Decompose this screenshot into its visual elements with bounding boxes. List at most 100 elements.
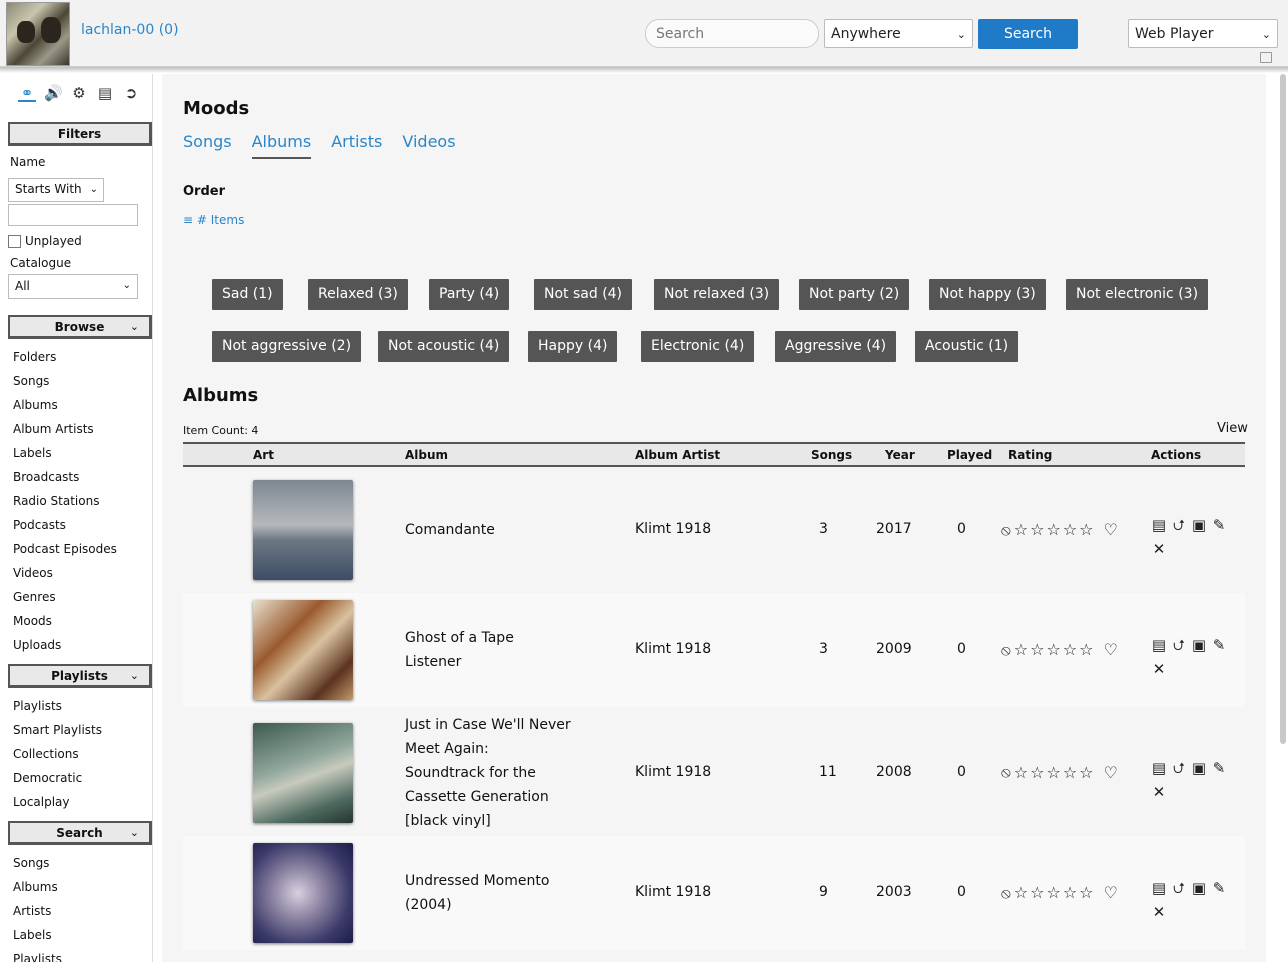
browse-item[interactable]: Songs bbox=[7, 369, 152, 393]
add-to-playlist-icon[interactable]: ▣ bbox=[1189, 876, 1209, 900]
star-icon[interactable]: ☆ bbox=[1079, 763, 1093, 782]
star-icon[interactable]: ☆ bbox=[1046, 640, 1060, 659]
share-icon[interactable]: ⮍ bbox=[1169, 633, 1189, 657]
playlists-header[interactable]: Playlists ⌄ bbox=[8, 664, 152, 688]
album-artist[interactable]: Klimt 1918 bbox=[635, 641, 711, 657]
name-filter-input[interactable] bbox=[8, 204, 138, 226]
mood-tag[interactable]: Not party (2) bbox=[799, 279, 910, 310]
star-icon[interactable]: ☆ bbox=[1030, 640, 1044, 659]
delete-icon[interactable]: ✕ bbox=[1149, 537, 1169, 561]
album-artist[interactable]: Klimt 1918 bbox=[635, 884, 711, 900]
search-scope-select[interactable]: Anywhere ⌄ bbox=[824, 19, 973, 48]
edit-icon[interactable]: ✎ bbox=[1209, 633, 1229, 657]
remove-rating-icon[interactable]: ⦸ bbox=[1001, 763, 1011, 781]
order-items-link[interactable]: ≡ # Items bbox=[183, 213, 244, 227]
search-button[interactable]: Search bbox=[978, 19, 1078, 49]
remove-rating-icon[interactable]: ⦸ bbox=[1001, 521, 1011, 539]
star-icon[interactable]: ☆ bbox=[1014, 883, 1028, 902]
album-title[interactable]: Just in Case We'll Never Meet Again: Sound… bbox=[405, 713, 585, 833]
search-header[interactable]: Search ⌄ bbox=[8, 821, 152, 845]
mood-tag[interactable]: Electronic (4) bbox=[641, 331, 755, 362]
star-icon[interactable]: ☆ bbox=[1030, 883, 1044, 902]
album-artist[interactable]: Klimt 1918 bbox=[635, 521, 711, 537]
album-artist[interactable]: Klimt 1918 bbox=[635, 764, 711, 780]
album-title[interactable]: Undressed Momento (2004) bbox=[405, 869, 585, 917]
album-art[interactable] bbox=[253, 600, 353, 700]
star-icon[interactable]: ☆ bbox=[1046, 763, 1060, 782]
star-icon[interactable]: ☆ bbox=[1063, 763, 1077, 782]
col-album[interactable]: Album bbox=[405, 448, 448, 462]
album-title[interactable]: Ghost of a Tape Listener bbox=[405, 626, 585, 674]
heart-icon[interactable]: ♡ bbox=[1104, 763, 1118, 782]
playlists-item[interactable]: Collections bbox=[7, 742, 152, 766]
delete-icon[interactable]: ✕ bbox=[1149, 657, 1169, 681]
mood-tag[interactable]: Not sad (4) bbox=[534, 279, 633, 310]
share-icon[interactable]: ⮍ bbox=[1169, 513, 1189, 537]
edit-icon[interactable]: ✎ bbox=[1209, 756, 1229, 780]
server-icon[interactable]: ▤ bbox=[96, 84, 114, 102]
mood-tag[interactable]: Acoustic (1) bbox=[915, 331, 1019, 362]
comment-icon[interactable]: ▤ bbox=[1149, 633, 1169, 657]
browse-item[interactable]: Genres bbox=[7, 585, 152, 609]
heart-icon[interactable]: ♡ bbox=[1104, 520, 1118, 539]
star-icon[interactable]: ☆ bbox=[1046, 520, 1060, 539]
tab-videos[interactable]: Videos bbox=[402, 132, 455, 159]
username-link[interactable]: lachlan-00 (0) bbox=[81, 22, 179, 38]
search-item[interactable]: Playlists bbox=[7, 947, 152, 962]
mood-tag[interactable]: Not happy (3) bbox=[929, 279, 1046, 310]
browse-item[interactable]: Radio Stations bbox=[7, 489, 152, 513]
catalogue-select[interactable]: All ⌄ bbox=[8, 274, 138, 299]
album-art[interactable] bbox=[253, 843, 353, 943]
playlists-item[interactable]: Localplay bbox=[7, 790, 152, 814]
playlists-item[interactable]: Playlists bbox=[7, 694, 152, 718]
browse-item[interactable]: Broadcasts bbox=[7, 465, 152, 489]
playlists-item[interactable]: Democratic bbox=[7, 766, 152, 790]
player-mode-select[interactable]: Web Player ⌄ bbox=[1128, 19, 1278, 48]
edit-icon[interactable]: ✎ bbox=[1209, 513, 1229, 537]
share-icon[interactable]: ⮍ bbox=[1169, 876, 1189, 900]
browse-item[interactable]: Labels bbox=[7, 441, 152, 465]
col-songs[interactable]: Songs bbox=[811, 448, 852, 462]
star-icon[interactable]: ☆ bbox=[1014, 640, 1028, 659]
remove-rating-icon[interactable]: ⦸ bbox=[1001, 884, 1011, 902]
add-to-playlist-icon[interactable]: ▣ bbox=[1189, 513, 1209, 537]
star-icon[interactable]: ☆ bbox=[1079, 520, 1093, 539]
heart-icon[interactable]: ♡ bbox=[1104, 640, 1118, 659]
mood-tag[interactable]: Not aggressive (2) bbox=[212, 331, 362, 362]
view-link[interactable]: View bbox=[1217, 421, 1248, 436]
preferences-icon[interactable]: ⚙ bbox=[70, 84, 88, 102]
search-item[interactable]: Songs bbox=[7, 851, 152, 875]
browse-item[interactable]: Videos bbox=[7, 561, 152, 585]
add-to-playlist-icon[interactable]: ▣ bbox=[1189, 633, 1209, 657]
star-icon[interactable]: ☆ bbox=[1063, 883, 1077, 902]
browse-item[interactable]: Podcasts bbox=[7, 513, 152, 537]
search-item[interactable]: Artists bbox=[7, 899, 152, 923]
tab-albums[interactable]: Albums bbox=[251, 132, 312, 159]
mood-tag[interactable]: Happy (4) bbox=[528, 331, 618, 362]
checkbox-box[interactable] bbox=[8, 234, 21, 248]
search-input[interactable] bbox=[645, 19, 819, 48]
search-item[interactable]: Albums bbox=[7, 875, 152, 899]
album-title[interactable]: Comandante bbox=[405, 518, 585, 542]
mood-tag[interactable]: Not electronic (3) bbox=[1066, 279, 1209, 310]
browse-item[interactable]: Podcast Episodes bbox=[7, 537, 152, 561]
mood-tag[interactable]: Aggressive (4) bbox=[775, 331, 897, 362]
tab-artists[interactable]: Artists bbox=[331, 132, 382, 159]
star-icon[interactable]: ☆ bbox=[1014, 763, 1028, 782]
star-icon[interactable]: ☆ bbox=[1079, 883, 1093, 902]
mood-tag[interactable]: Party (4) bbox=[429, 279, 510, 310]
star-icon[interactable]: ☆ bbox=[1014, 520, 1028, 539]
album-art[interactable] bbox=[253, 480, 353, 580]
browse-item[interactable]: Album Artists bbox=[7, 417, 152, 441]
browse-item[interactable]: Folders bbox=[7, 345, 152, 369]
star-icon[interactable]: ☆ bbox=[1046, 883, 1060, 902]
headphones-icon[interactable]: ⚭ bbox=[18, 84, 36, 102]
col-album-artist[interactable]: Album Artist bbox=[635, 448, 720, 462]
comment-icon[interactable]: ▤ bbox=[1149, 756, 1169, 780]
page-scrollbar[interactable] bbox=[1280, 74, 1286, 744]
browse-item[interactable]: Uploads bbox=[7, 633, 152, 657]
mood-tag[interactable]: Not relaxed (3) bbox=[654, 279, 780, 310]
col-played[interactable]: Played bbox=[947, 448, 992, 462]
playlists-item[interactable]: Smart Playlists bbox=[7, 718, 152, 742]
browse-item[interactable]: Albums bbox=[7, 393, 152, 417]
